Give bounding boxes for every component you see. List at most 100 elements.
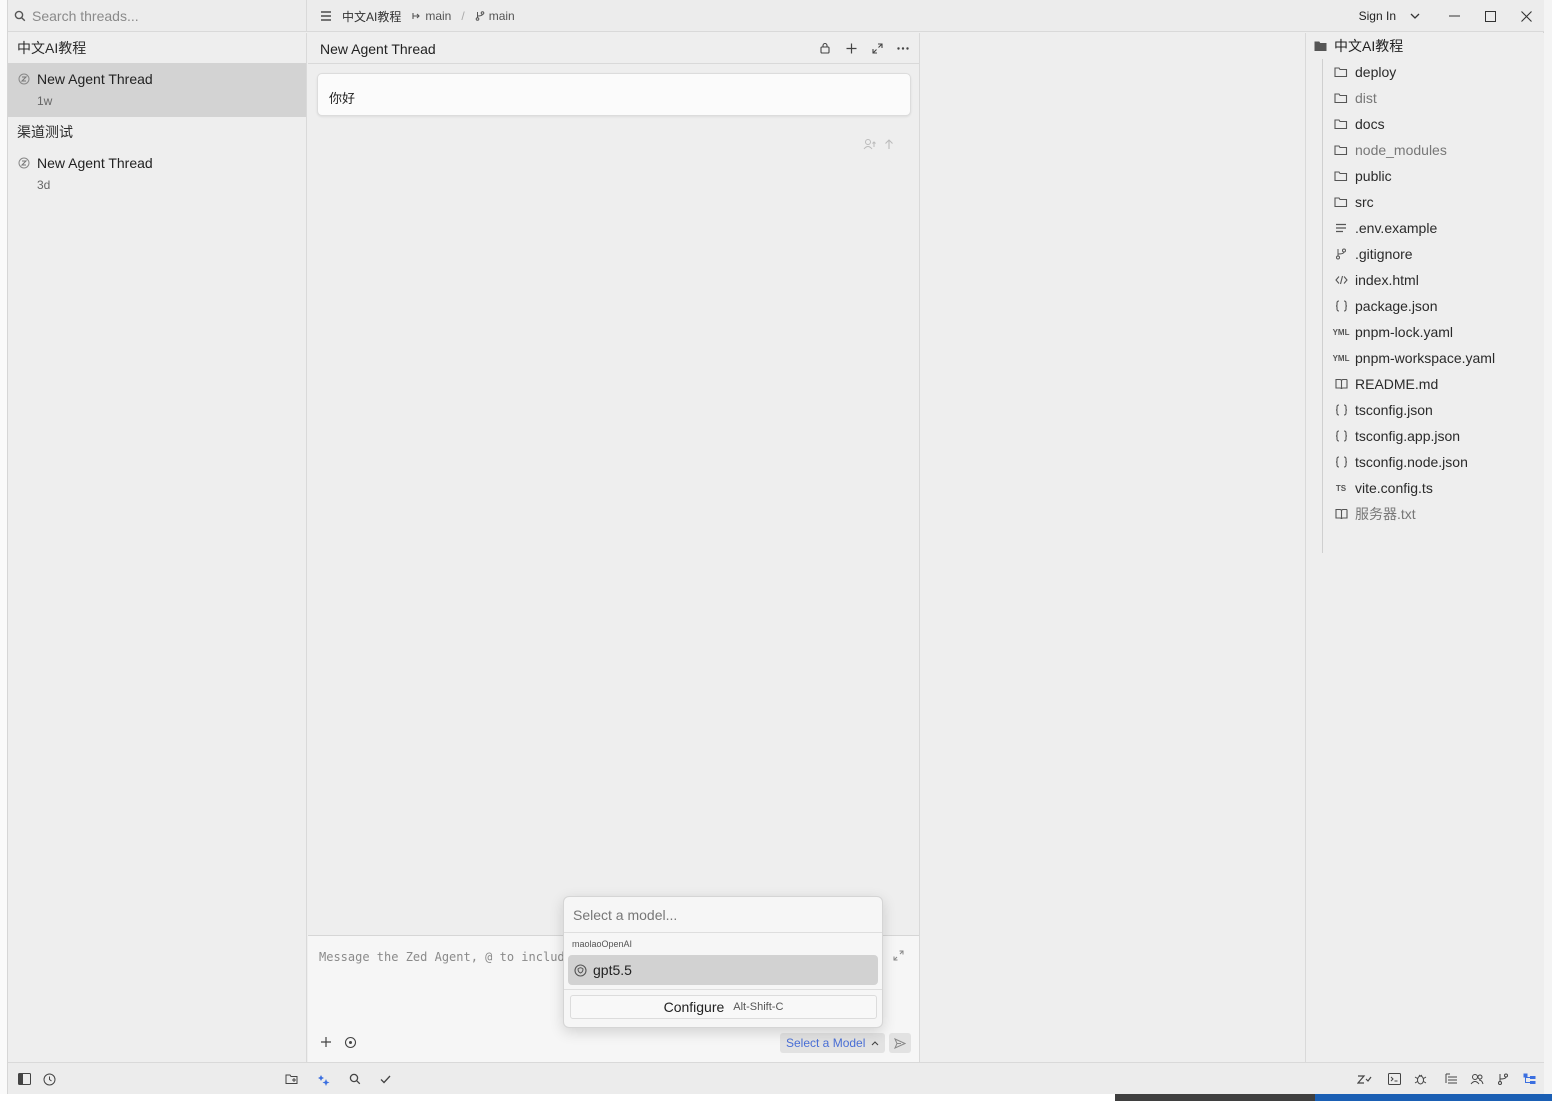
lock-icon[interactable]: [815, 37, 835, 59]
tree-item-label: index.html: [1355, 272, 1419, 288]
toggle-sidebar-icon[interactable]: [16, 1071, 32, 1087]
add-context-icon[interactable]: [320, 1036, 332, 1048]
folder-item[interactable]: docs: [1334, 113, 1385, 135]
git-panel-icon[interactable]: [1495, 1071, 1511, 1087]
model-option[interactable]: gpt5.5: [568, 955, 878, 985]
close-window-button[interactable]: [1508, 0, 1544, 32]
worktree-button[interactable]: main: [411, 9, 451, 23]
project-panel-toggle-icon[interactable]: [1521, 1071, 1537, 1087]
file-item[interactable]: README.md: [1334, 373, 1438, 395]
folder-item[interactable]: src: [1334, 191, 1374, 213]
background-window-edge: [0, 0, 8, 1101]
editor-area: [921, 33, 1305, 1062]
maximize-icon[interactable]: [867, 37, 887, 59]
minimize-button[interactable]: [1436, 0, 1472, 32]
worktree-icon: [411, 11, 421, 21]
tree-item-label: dist: [1355, 90, 1377, 106]
yaml-icon-glyph: YML: [1332, 353, 1350, 363]
file-item[interactable]: YML pnpm-lock.yaml: [1333, 321, 1454, 343]
context-target-icon[interactable]: [344, 1036, 357, 1049]
worktree-label: main: [425, 9, 452, 23]
ai-edit-icon[interactable]: [1356, 1071, 1372, 1087]
history-icon[interactable]: [41, 1071, 57, 1087]
plus-icon[interactable]: [841, 37, 861, 59]
model-selector-label: Select a Model: [786, 1036, 866, 1050]
folder-icon: [1334, 117, 1348, 131]
thread-item[interactable]: New Agent Thread 1w: [8, 63, 306, 117]
agent-sparkle-icon[interactable]: [316, 1071, 332, 1087]
tree-item-label: tsconfig.node.json: [1355, 454, 1468, 470]
tree-indent-guide: [1322, 59, 1323, 553]
agent-header-actions: [815, 37, 913, 59]
git-branch-icon: [475, 11, 485, 21]
file-item[interactable]: 服务器.txt: [1334, 503, 1416, 525]
search-icon: [14, 10, 26, 22]
tree-item-label: .gitignore: [1355, 246, 1413, 262]
zed-agent-icon: [18, 157, 30, 169]
check-icon[interactable]: [377, 1071, 393, 1087]
typescript-icon: TS: [1334, 481, 1348, 495]
thread-item[interactable]: New Agent Thread 3d: [8, 147, 306, 201]
folder-icon: [1334, 195, 1348, 209]
folder-item[interactable]: public: [1334, 165, 1392, 187]
thread-age: 3d: [37, 178, 51, 192]
tree-item-label: public: [1355, 168, 1392, 184]
braces-icon: [1334, 299, 1348, 313]
more-options-icon[interactable]: [893, 37, 913, 59]
folder-item[interactable]: dist: [1334, 87, 1377, 109]
branch-button[interactable]: main: [475, 9, 515, 23]
thread-title: New Agent Thread: [37, 71, 153, 87]
file-item[interactable]: tsconfig.json: [1334, 399, 1433, 421]
tree-item-label: src: [1355, 194, 1374, 210]
sign-in-button[interactable]: Sign In: [1359, 9, 1396, 23]
terminal-icon[interactable]: [1386, 1071, 1402, 1087]
new-folder-icon[interactable]: [284, 1071, 300, 1087]
file-item[interactable]: index.html: [1334, 269, 1419, 291]
folder-item[interactable]: node_modules: [1334, 139, 1447, 161]
user-message[interactable]: 你好: [317, 73, 911, 116]
model-option-label: gpt5.5: [593, 962, 632, 978]
tree-item-label: tsconfig.app.json: [1355, 428, 1461, 444]
collaborators-icon[interactable]: [1469, 1071, 1485, 1087]
search-threads-input[interactable]: [32, 8, 282, 24]
file-item[interactable]: .env.example: [1334, 217, 1437, 239]
scroll-to-top-icon[interactable]: [884, 138, 894, 150]
openai-icon: [574, 963, 587, 977]
model-search-input[interactable]: [573, 906, 853, 923]
thread-title: New Agent Thread: [37, 155, 153, 171]
folder-open-icon: [1314, 40, 1328, 52]
search-icon[interactable]: [347, 1071, 363, 1087]
expand-composer-icon[interactable]: [893, 950, 904, 961]
debug-icon[interactable]: [1412, 1071, 1428, 1087]
outline-icon[interactable]: [1443, 1071, 1459, 1087]
tree-item-label: package.json: [1355, 298, 1438, 314]
file-item[interactable]: .gitignore: [1334, 243, 1413, 265]
project-name-button[interactable]: 中文AI教程: [342, 8, 401, 25]
title-bar-right: Sign In: [1359, 0, 1544, 32]
configure-label: Configure: [663, 999, 725, 1015]
threads-sidebar: 中文AI教程 New Agent Thread 1w 渠道测试 New Agen…: [8, 33, 307, 1062]
thread-age: 1w: [37, 94, 53, 108]
project-panel: 中文AI教程 deploy dist docs node_modulespublic s…: [1305, 33, 1544, 1062]
user-feedback-icon[interactable]: [863, 138, 876, 150]
maximize-button[interactable]: [1472, 0, 1508, 32]
send-button[interactable]: [889, 1033, 911, 1053]
menu-icon[interactable]: [320, 11, 332, 21]
file-item[interactable]: YML pnpm-workspace.yaml: [1332, 347, 1496, 369]
file-item[interactable]: package.json: [1334, 295, 1438, 317]
chevron-down-icon[interactable]: [1404, 13, 1426, 19]
code-icon: [1334, 273, 1348, 287]
tree-item-label: pnpm-lock.yaml: [1355, 324, 1454, 340]
model-provider-header: maolaoOpenAI: [572, 939, 633, 949]
file-item[interactable]: tsconfig.node.json: [1334, 451, 1468, 473]
file-item[interactable]: TS vite.config.ts: [1334, 477, 1433, 499]
file-item[interactable]: tsconfig.app.json: [1334, 425, 1460, 447]
thread-group-header: 中文AI教程: [17, 40, 87, 56]
thread-search: [8, 0, 307, 32]
title-bar: 中文AI教程 main / main Sign In: [8, 0, 1544, 32]
tree-item-label: 服务器.txt: [1355, 506, 1416, 522]
model-selector-button[interactable]: Select a Model: [780, 1033, 886, 1053]
folder-item[interactable]: deploy: [1334, 61, 1396, 83]
project-root-item[interactable]: 中文AI教程: [1314, 37, 1403, 55]
configure-button[interactable]: Configure Alt-Shift-C: [570, 995, 877, 1019]
